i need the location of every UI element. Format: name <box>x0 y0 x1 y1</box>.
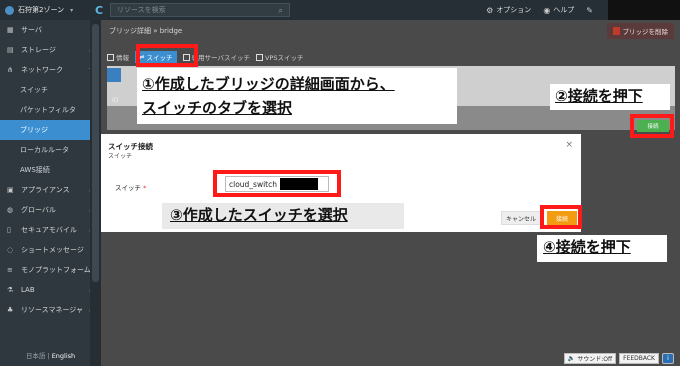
sidebar-item-resource-manager[interactable]: ♣ リソースマネージャ ⌄ <box>0 300 101 320</box>
highlight-connect-button <box>630 114 674 138</box>
mobile-icon: ▯ <box>7 226 11 234</box>
sidebar-item-mono-platform[interactable]: ≡ モノプラットフォーム <box>0 260 101 280</box>
lang-separator: | <box>47 352 50 360</box>
sidebar-scrollbar[interactable] <box>90 20 101 366</box>
sidebar: ▦ サーバ ▤ ストレージ ⌄ ⋔ ネットワーク ⌃ スイッチ パケットフィルタ… <box>0 20 101 366</box>
sidebar-item-short-message[interactable]: ◌ ショートメッセージ <box>0 240 101 260</box>
zone-label: 石狩第2ゾーン <box>18 6 65 14</box>
id-label: ID <box>112 97 119 104</box>
user-menu[interactable] <box>608 0 680 20</box>
scrollbar-thumb[interactable] <box>92 24 99 282</box>
sidebar-item-bridge[interactable]: ブリッジ <box>0 120 101 140</box>
sidebar-item-label: モノプラットフォーム <box>21 266 91 274</box>
search-input[interactable]: リソースを検索 ⌕ <box>110 3 290 17</box>
language-switcher: 日本語 | English <box>0 350 101 360</box>
switch-field-label-text: スイッチ <box>115 184 141 192</box>
resource-icon: ♣ <box>7 306 14 314</box>
callout-step2: ②接続を押下 <box>550 84 670 110</box>
trash-icon <box>612 27 620 35</box>
lang-en-link[interactable]: English <box>52 352 75 360</box>
callout-step2-text: ②接続を押下 <box>555 87 643 105</box>
close-icon[interactable]: × <box>565 140 573 150</box>
sidebar-item-global[interactable]: ◍ グローバル ⌄ <box>0 200 101 220</box>
search-placeholder: リソースを検索 <box>117 6 166 14</box>
footer-bar: 🔈 サウンド:Off FEEDBACK i <box>563 353 674 364</box>
info-icon[interactable]: i <box>662 353 674 364</box>
sidebar-item-local-router[interactable]: ローカルルータ <box>0 140 101 160</box>
tab-vps-switch[interactable]: VPSスイッチ <box>255 52 304 62</box>
sidebar-item-secure-mobile[interactable]: ▯ セキュアモバイル ⌄ <box>0 220 101 240</box>
vps-icon <box>255 53 263 61</box>
top-bar: 石狩第2ゾーン ▾ C リソースを検索 ⌕ ⚙ オプション ◉ ヘルプ ✎ <box>0 0 680 20</box>
globe-icon: ◍ <box>7 206 14 214</box>
lang-ja-link[interactable]: 日本語 <box>26 352 46 360</box>
tab-info[interactable]: 情報 <box>107 52 129 62</box>
callout-step1-line1: ①作成したブリッジの詳細画面から、 <box>142 75 395 93</box>
callout-step4: ④接続を押下 <box>537 235 667 262</box>
delete-bridge-button[interactable]: ブリッジを削除 <box>606 23 674 39</box>
globe-icon <box>5 5 14 15</box>
sidebar-item-label: セキュアモバイル <box>21 226 77 234</box>
highlight-connect-confirm <box>540 205 582 229</box>
callout-step4-text: ④接続を押下 <box>543 238 631 256</box>
help-icon: ◉ <box>543 5 551 15</box>
info-icon <box>107 53 114 61</box>
callout-step3: ③作成したスイッチを選択 <box>162 203 404 229</box>
platform-icon: ≡ <box>7 266 13 274</box>
sidebar-item-network[interactable]: ⋔ ネットワーク ⌃ <box>0 60 101 80</box>
sidebar-item-storage[interactable]: ▤ ストレージ ⌄ <box>0 40 101 60</box>
help-button[interactable]: ◉ ヘルプ <box>543 5 574 15</box>
app-logo-icon[interactable]: C <box>88 4 110 17</box>
highlight-tab-switch <box>136 44 198 67</box>
tab-label: 情報 <box>116 54 129 62</box>
edit-button[interactable]: ✎ <box>586 6 596 15</box>
required-mark: * <box>143 184 147 192</box>
breadcrumb: ブリッジ詳細 » bridge <box>101 20 680 42</box>
sidebar-item-switch[interactable]: スイッチ <box>0 80 101 100</box>
sidebar-item-label: グローバル <box>21 206 56 214</box>
help-label: ヘルプ <box>553 6 575 14</box>
option-label: オプション <box>496 6 532 14</box>
speaker-icon: 🔈 <box>567 355 578 362</box>
sidebar-item-label: ネットワーク <box>21 66 63 74</box>
callout-step1-line2: スイッチのタブを選択 <box>142 99 293 117</box>
sidebar-item-aws[interactable]: AWS接続 <box>0 160 101 180</box>
sidebar-item-lab[interactable]: ⚗ LAB ⌄ <box>0 280 101 300</box>
chevron-down-icon: ▾ <box>70 6 74 14</box>
dialog-subtitle: スイッチ <box>108 153 133 160</box>
sidebar-item-label: サーバ <box>21 26 42 34</box>
sound-toggle[interactable]: 🔈 サウンド:Off <box>563 353 617 364</box>
sidebar-item-label: ショートメッセージ <box>21 246 84 254</box>
search-icon[interactable]: ⌕ <box>279 6 283 16</box>
panel-header-strip <box>107 68 121 82</box>
sidebar-item-label: ストレージ <box>21 46 56 54</box>
tab-label: 専用サーバスイッチ <box>191 54 250 62</box>
switch-field-label: スイッチ * <box>115 182 146 192</box>
cancel-button[interactable]: キャンセル <box>501 211 541 225</box>
delete-bridge-label: ブリッジを削除 <box>622 28 669 36</box>
message-icon: ◌ <box>7 246 14 254</box>
sidebar-item-server[interactable]: ▦ サーバ <box>0 20 101 40</box>
callout-step1: ①作成したブリッジの詳細画面から、 スイッチのタブを選択 <box>137 68 457 124</box>
appliance-icon: ▣ <box>7 186 14 194</box>
storage-icon: ▤ <box>7 46 14 54</box>
sidebar-item-appliance[interactable]: ▣ アプライアンス ⌄ <box>0 180 101 200</box>
sidebar-item-label: LAB <box>21 286 35 294</box>
tab-label: VPSスイッチ <box>264 54 304 62</box>
callout-step3-text: ③作成したスイッチを選択 <box>170 206 348 224</box>
sidebar-item-label: リソースマネージャ <box>21 306 83 314</box>
sidebar-item-packet-filter[interactable]: パケットフィルタ <box>0 100 101 120</box>
option-button[interactable]: ⚙ オプション <box>486 5 531 15</box>
gear-icon: ⚙ <box>486 5 494 15</box>
flask-icon: ⚗ <box>7 286 14 294</box>
network-icon: ⋔ <box>7 66 13 74</box>
server-icon: ▦ <box>7 26 14 34</box>
highlight-switch-select <box>213 170 341 197</box>
feedback-button[interactable]: FEEDBACK <box>619 353 659 364</box>
sidebar-item-label: アプライアンス <box>21 186 70 194</box>
pencil-icon: ✎ <box>586 5 593 15</box>
zone-selector[interactable]: 石狩第2ゾーン ▾ <box>0 0 88 20</box>
sound-label: サウンド:Off <box>577 356 613 363</box>
